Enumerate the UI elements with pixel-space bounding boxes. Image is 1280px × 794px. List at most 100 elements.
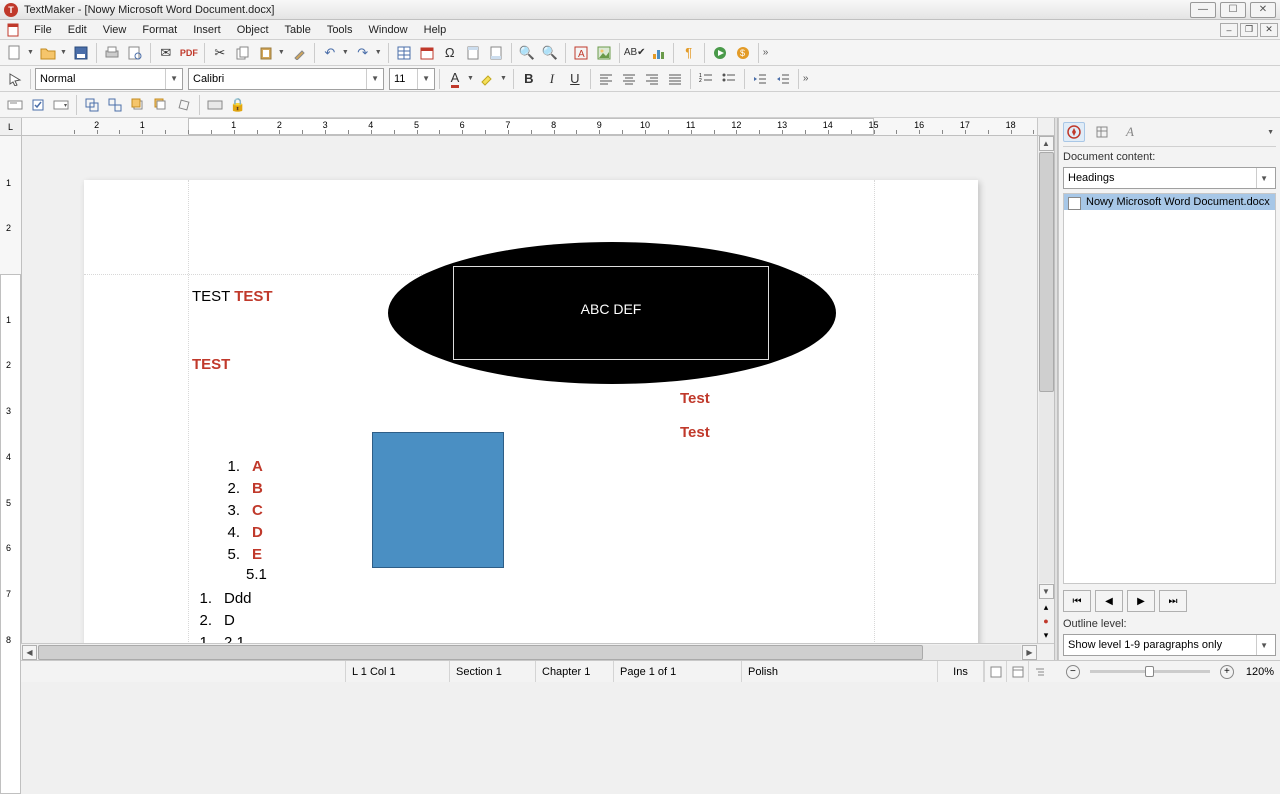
numbered-list-button[interactable]: 12 bbox=[695, 68, 717, 90]
spellcheck-button[interactable]: AB✔ bbox=[624, 42, 646, 64]
insert-header-button[interactable] bbox=[462, 42, 484, 64]
document-canvas[interactable]: TEST TEST TEST ABC DEF Test Test bbox=[22, 136, 1037, 643]
horizontal-ruler[interactable]: L 21123456789101112131415161718 bbox=[0, 118, 1054, 136]
pdf-export-button[interactable]: PDF bbox=[178, 42, 200, 64]
nav-last-button[interactable]: ⏭ bbox=[1159, 590, 1187, 612]
sidebar-tab-map[interactable] bbox=[1091, 122, 1113, 142]
picture-frame-button[interactable] bbox=[593, 42, 615, 64]
status-position[interactable]: L 1 Col 1 bbox=[346, 661, 450, 682]
status-insert-mode[interactable]: Ins bbox=[938, 661, 984, 682]
text-line-2[interactable]: TEST bbox=[192, 356, 230, 373]
redo-button[interactable]: ↷ bbox=[352, 42, 374, 64]
rotate-button[interactable] bbox=[173, 94, 195, 116]
format-paintbrush-button[interactable] bbox=[288, 42, 310, 64]
tree-item-document[interactable]: Nowy Microsoft Word Document.docx bbox=[1064, 194, 1275, 210]
status-section[interactable]: Section 1 bbox=[450, 661, 536, 682]
nav-next-button[interactable]: ▶ bbox=[1127, 590, 1155, 612]
open-button[interactable] bbox=[37, 42, 59, 64]
highlight-button[interactable] bbox=[477, 68, 499, 90]
menu-window[interactable]: Window bbox=[361, 22, 416, 38]
browse-object-button[interactable]: ● bbox=[1040, 615, 1052, 627]
scroll-up-button[interactable]: ▲ bbox=[1039, 136, 1054, 151]
view-outline-button[interactable] bbox=[1028, 661, 1050, 682]
tab-type-button[interactable]: L bbox=[0, 118, 22, 135]
paragraph-style-combo[interactable]: Normal▼ bbox=[35, 68, 183, 90]
text-line-1[interactable]: TEST TEST bbox=[192, 288, 273, 305]
minimize-button[interactable]: — bbox=[1190, 2, 1216, 18]
highlight-dropdown[interactable]: ▼ bbox=[498, 75, 509, 82]
form-text-button[interactable] bbox=[4, 94, 26, 116]
print-button[interactable] bbox=[101, 42, 123, 64]
form-protect-button[interactable]: 🔒 bbox=[227, 94, 249, 116]
font-size-combo[interactable]: 11▼ bbox=[389, 68, 435, 90]
nav-prev-button[interactable]: ◀ bbox=[1095, 590, 1123, 612]
zoom-knob[interactable] bbox=[1145, 666, 1154, 677]
presentations-button[interactable] bbox=[709, 42, 731, 64]
mdi-close-button[interactable]: ✕ bbox=[1260, 23, 1278, 37]
cut-button[interactable]: ✂ bbox=[209, 42, 231, 64]
sidebar-tab-navigator[interactable] bbox=[1063, 122, 1085, 142]
form-shading-button[interactable] bbox=[204, 94, 226, 116]
list-sub-item[interactable]: 5.1 bbox=[246, 566, 267, 583]
form-checkbox-button[interactable] bbox=[27, 94, 49, 116]
align-justify-button[interactable] bbox=[664, 68, 686, 90]
prev-page-button[interactable]: ▴ bbox=[1040, 601, 1052, 613]
bring-front-button[interactable] bbox=[127, 94, 149, 116]
insert-footer-button[interactable] bbox=[485, 42, 507, 64]
menu-file[interactable]: File bbox=[26, 22, 60, 38]
bullet-list-button[interactable] bbox=[718, 68, 740, 90]
text-right-2[interactable]: Test bbox=[680, 424, 710, 441]
scroll-right-button[interactable]: ▶ bbox=[1022, 645, 1037, 660]
paste-button[interactable] bbox=[255, 42, 277, 64]
email-button[interactable]: ✉ bbox=[155, 42, 177, 64]
numbered-list-2[interactable]: 1.Ddd2.D1.2.1 bbox=[186, 588, 252, 643]
numbered-list-1[interactable]: 1.A2.B3.C4.D5.E bbox=[214, 456, 263, 566]
menu-help[interactable]: Help bbox=[416, 22, 455, 38]
zoom-slider[interactable] bbox=[1090, 670, 1210, 673]
nav-first-button[interactable]: ⏮ bbox=[1063, 590, 1091, 612]
italic-button[interactable]: I bbox=[541, 68, 563, 90]
sidebar-menu[interactable]: ▼ bbox=[1265, 129, 1276, 136]
text-right-1[interactable]: Test bbox=[680, 390, 710, 407]
print-preview-button[interactable] bbox=[124, 42, 146, 64]
menu-format[interactable]: Format bbox=[134, 22, 185, 38]
font-family-combo[interactable]: Calibri▼ bbox=[188, 68, 384, 90]
outline-level-combo[interactable]: Show level 1-9 paragraphs only▼ bbox=[1063, 634, 1276, 656]
insert-table-button[interactable] bbox=[393, 42, 415, 64]
text-frame[interactable]: ABC DEF bbox=[453, 266, 769, 360]
insert-date-button[interactable] bbox=[416, 42, 438, 64]
zoom-in-button[interactable]: + bbox=[1220, 665, 1234, 679]
undo-dropdown[interactable]: ▼ bbox=[340, 49, 351, 56]
formatting-overflow[interactable]: » bbox=[801, 73, 811, 84]
text-frame-button[interactable]: A bbox=[570, 42, 592, 64]
chart-button[interactable] bbox=[647, 42, 669, 64]
status-language[interactable]: Polish bbox=[742, 661, 938, 682]
scroll-left-button[interactable]: ◀ bbox=[22, 645, 37, 660]
status-chapter[interactable]: Chapter 1 bbox=[536, 661, 614, 682]
maximize-button[interactable]: ☐ bbox=[1220, 2, 1246, 18]
group-button[interactable] bbox=[81, 94, 103, 116]
font-color-button[interactable]: A bbox=[444, 68, 466, 90]
sidebar-tab-styles[interactable]: A bbox=[1119, 122, 1141, 142]
menu-edit[interactable]: Edit bbox=[60, 22, 95, 38]
new-dropdown[interactable]: ▼ bbox=[25, 49, 36, 56]
sidebar-content-combo[interactable]: Headings▼ bbox=[1063, 167, 1276, 189]
zoom-level[interactable]: 120% bbox=[1246, 666, 1274, 678]
insert-symbol-button[interactable]: Ω bbox=[439, 42, 461, 64]
vscroll-thumb[interactable] bbox=[1039, 152, 1054, 392]
form-dropdown-button[interactable] bbox=[50, 94, 72, 116]
view-normal-button[interactable] bbox=[984, 661, 1006, 682]
undo-button[interactable]: ↶ bbox=[319, 42, 341, 64]
horizontal-scrollbar[interactable]: ◀ ▶ bbox=[0, 643, 1054, 660]
underline-button[interactable]: U bbox=[564, 68, 586, 90]
mdi-restore-button[interactable]: ❐ bbox=[1240, 23, 1258, 37]
rectangle-shape[interactable] bbox=[372, 432, 504, 568]
status-page[interactable]: Page 1 of 1 bbox=[614, 661, 742, 682]
align-left-button[interactable] bbox=[595, 68, 617, 90]
font-color-dropdown[interactable]: ▼ bbox=[465, 75, 476, 82]
scroll-down-button[interactable]: ▼ bbox=[1039, 584, 1054, 599]
object-mode-button[interactable] bbox=[4, 68, 26, 90]
save-button[interactable] bbox=[70, 42, 92, 64]
menu-tools[interactable]: Tools bbox=[319, 22, 361, 38]
align-center-button[interactable] bbox=[618, 68, 640, 90]
